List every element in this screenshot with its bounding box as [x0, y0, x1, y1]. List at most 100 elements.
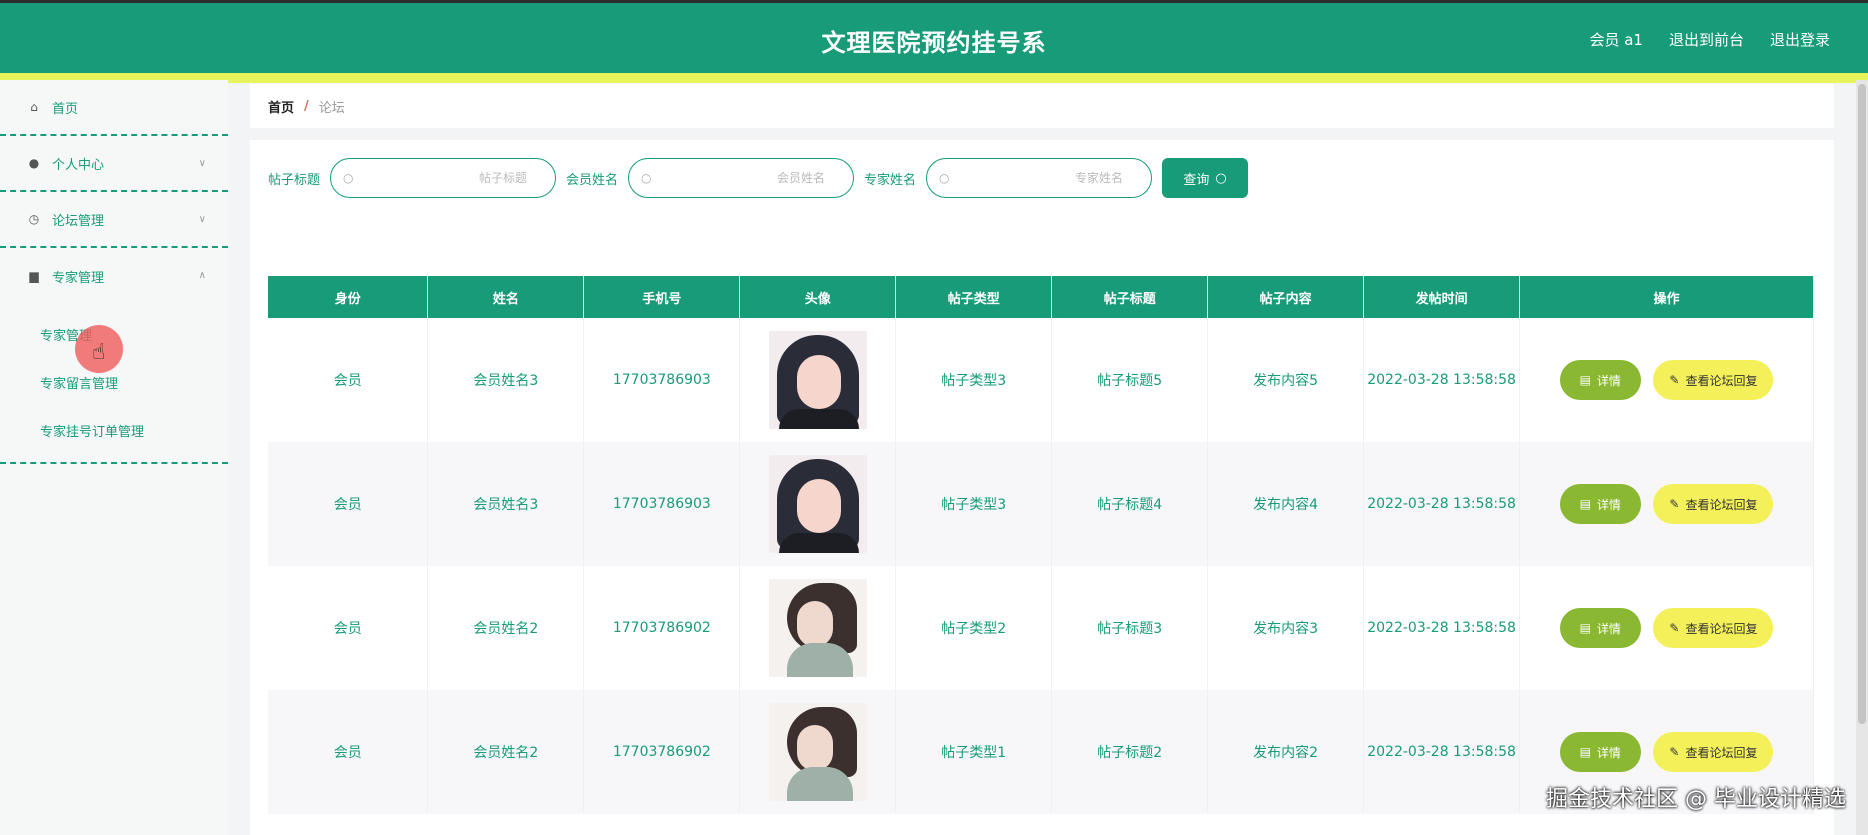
- cell-name: 会员姓名3: [427, 442, 585, 566]
- post-title-input-wrapper: ○: [330, 158, 557, 198]
- table-row: 会员 会员姓名3 17703786903 帖子类型3 帖子标题4 发布内容4 2022-03…: [268, 442, 1814, 566]
- view-replies-button[interactable]: ✎ 查看论坛回复: [1653, 484, 1774, 524]
- column-header: 头像: [739, 276, 897, 318]
- printer-icon: ▆: [29, 269, 39, 283]
- column-header: 身份: [268, 276, 429, 318]
- cell-type: 帖子类型3: [895, 318, 1053, 442]
- breadcrumb-home[interactable]: 首页: [268, 97, 294, 116]
- chevron-up-icon: ∧: [198, 270, 206, 281]
- sidebar: ⌂ 首页 ● 个人中心 ∨ ◷ 论坛管理 ∨ ▆ 专家管理 ∧ 专家管理 专家留…: [0, 80, 228, 835]
- header-actions: 会员 a1 退出到前台 退出登录: [1589, 29, 1830, 50]
- column-header: 发帖时间: [1363, 276, 1521, 318]
- table-row: 会员 会员姓名2 17703786902 帖子类型2 帖子标题3 发布内容3 2022-03…: [268, 566, 1814, 690]
- sidebar-item-label: 首页: [52, 101, 79, 117]
- avatar: [768, 579, 867, 677]
- user-icon: ●: [28, 156, 40, 170]
- cell-time: 2022-03-28 13:58:58: [1363, 318, 1521, 442]
- sidebar-item-home[interactable]: ⌂ 首页: [0, 80, 228, 136]
- cell-phone: 17703786902: [583, 566, 741, 690]
- detail-button[interactable]: ▤ 详情: [1559, 484, 1641, 524]
- home-icon: ⌂: [30, 100, 38, 114]
- expert-name-input-wrapper: ○: [926, 158, 1153, 198]
- logout-link[interactable]: 退出登录: [1770, 29, 1830, 50]
- view-replies-label: 查看论坛回复: [1685, 745, 1758, 760]
- column-header: 帖子标题: [1051, 276, 1209, 318]
- view-replies-button[interactable]: ✎ 查看论坛回复: [1653, 732, 1774, 772]
- cell-actions: ▤ 详情 ✎ 查看论坛回复: [1519, 318, 1814, 442]
- detail-button[interactable]: ▤ 详情: [1559, 732, 1641, 772]
- edit-icon: ✎: [1669, 497, 1680, 511]
- cell-avatar: [739, 442, 897, 566]
- detail-button-label: 详情: [1596, 497, 1621, 512]
- column-header: 手机号: [583, 276, 741, 318]
- document-icon: ▤: [1579, 497, 1591, 511]
- document-icon: ▤: [1579, 373, 1591, 387]
- app-title: 文理医院预约挂号系: [821, 29, 1047, 57]
- detail-button[interactable]: ▤ 详情: [1559, 608, 1641, 648]
- view-replies-label: 查看论坛回复: [1685, 497, 1758, 512]
- cell-content: 发布内容4: [1207, 442, 1365, 566]
- search-bar: 帖子标题 ○ 会员姓名 ○ 专家姓名 ○ 查询 ○: [268, 158, 1249, 198]
- query-button[interactable]: 查询 ○: [1162, 158, 1249, 198]
- cell-identity: 会员: [268, 566, 429, 690]
- cell-phone: 17703786902: [583, 690, 741, 814]
- cell-actions: ▤ 详情 ✎ 查看论坛回复: [1519, 566, 1814, 690]
- cell-name: 会员姓名2: [427, 690, 585, 814]
- edit-icon: ✎: [1669, 745, 1680, 759]
- query-button-label: 查询: [1183, 172, 1210, 188]
- expert-name-input[interactable]: [927, 159, 1152, 197]
- sidebar-item-label: 个人中心: [52, 157, 105, 173]
- column-header: 帖子内容: [1207, 276, 1365, 318]
- sidebar-item-label: 论坛管理: [52, 213, 105, 229]
- avatar: [768, 331, 867, 429]
- cell-title: 帖子标题2: [1051, 690, 1209, 814]
- cell-identity: 会员: [268, 318, 429, 442]
- sidebar-item-personal-center[interactable]: ● 个人中心 ∨: [0, 136, 228, 192]
- post-title-input[interactable]: [331, 159, 556, 197]
- cell-name: 会员姓名2: [427, 566, 585, 690]
- member-name-input[interactable]: [629, 159, 854, 197]
- cell-title: 帖子标题4: [1051, 442, 1209, 566]
- breadcrumb-current: 论坛: [318, 100, 345, 116]
- table-body: 会员 会员姓名3 17703786903 帖子类型3 帖子标题5 发布内容5 2022-03…: [268, 318, 1814, 814]
- edit-icon: ✎: [1669, 621, 1680, 635]
- cell-time: 2022-03-28 13:58:58: [1363, 566, 1521, 690]
- cell-identity: 会员: [268, 442, 429, 566]
- back-to-front-link[interactable]: 退出到前台: [1669, 29, 1744, 50]
- current-user-label: 会员 a1: [1589, 31, 1643, 49]
- sidebar-item-forum-management[interactable]: ◷ 论坛管理 ∨: [0, 192, 228, 248]
- hand-cursor-icon: ☝: [92, 340, 106, 365]
- cell-time: 2022-03-28 13:58:58: [1363, 690, 1521, 814]
- avatar: [768, 703, 867, 801]
- column-header: 帖子类型: [895, 276, 1053, 318]
- cell-type: 帖子类型3: [895, 442, 1053, 566]
- column-header: 姓名: [427, 276, 585, 318]
- cell-title: 帖子标题3: [1051, 566, 1209, 690]
- breadcrumb: 首页 / 论坛: [250, 84, 1834, 128]
- cell-content: 发布内容3: [1207, 566, 1365, 690]
- search-icon: ○: [939, 171, 950, 185]
- cell-type: 帖子类型2: [895, 566, 1053, 690]
- top-header: 文理医院预约挂号系 会员 a1 退出到前台 退出登录: [0, 0, 1868, 83]
- cell-title: 帖子标题5: [1051, 318, 1209, 442]
- view-replies-button[interactable]: ✎ 查看论坛回复: [1653, 360, 1774, 400]
- watermark-text: 掘金技术社区 @ 毕业设计精选: [1546, 787, 1846, 812]
- sidebar-item-expert-management[interactable]: ▆ 专家管理 ∧: [0, 248, 228, 304]
- scrollbar-thumb[interactable]: [1858, 84, 1866, 724]
- sidebar-item-label: 专家管理: [52, 270, 105, 286]
- member-name-input-wrapper: ○: [628, 158, 855, 198]
- table-header-row: 身份 姓名 手机号 头像 帖子类型 帖子标题 帖子内容 发帖时间 操作: [268, 276, 1814, 318]
- cell-actions: ▤ 详情 ✎ 查看论坛回复: [1519, 442, 1814, 566]
- cell-identity: 会员: [268, 690, 429, 814]
- clock-icon: ◷: [28, 212, 40, 226]
- sidebar-subitem-expert-order[interactable]: 专家挂号订单管理: [0, 406, 228, 454]
- view-replies-button[interactable]: ✎ 查看论坛回复: [1653, 608, 1774, 648]
- cell-name: 会员姓名3: [427, 318, 585, 442]
- chevron-down-icon: ∨: [198, 158, 206, 169]
- search-icon: ○: [1215, 170, 1227, 186]
- detail-button[interactable]: ▤ 详情: [1559, 360, 1641, 400]
- edit-icon: ✎: [1669, 373, 1680, 387]
- table-row: 会员 会员姓名3 17703786903 帖子类型3 帖子标题5 发布内容5 2022-03…: [268, 318, 1814, 442]
- forum-table: 身份 姓名 手机号 头像 帖子类型 帖子标题 帖子内容 发帖时间 操作 会员 会员…: [268, 276, 1814, 814]
- expert-name-label: 专家姓名: [864, 172, 917, 188]
